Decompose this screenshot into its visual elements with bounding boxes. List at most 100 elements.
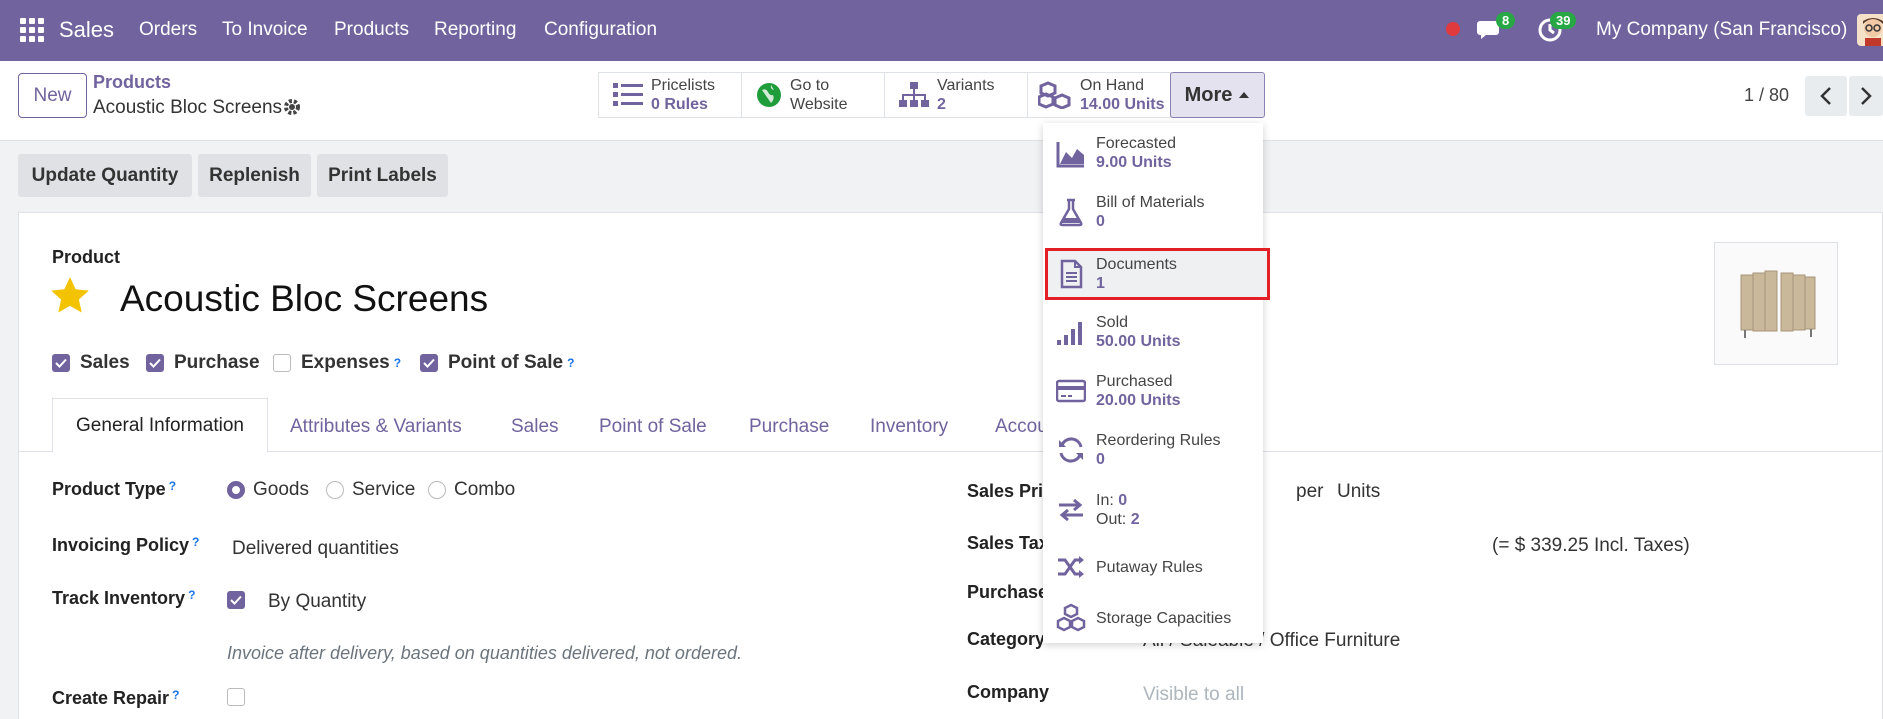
flask-icon bbox=[1059, 198, 1083, 227]
stat-pricelists[interactable]: Pricelists 0 Rules bbox=[598, 72, 742, 118]
purchase-checkbox[interactable]: Purchase bbox=[146, 352, 260, 374]
sales-checkbox[interactable]: Sales bbox=[52, 352, 130, 374]
menu-orders[interactable]: Orders bbox=[139, 19, 197, 41]
help-icon[interactable]: ? bbox=[188, 588, 195, 602]
favorite-star-icon[interactable] bbox=[50, 276, 90, 319]
forecasted-label: Forecasted bbox=[1096, 135, 1177, 152]
checkbox-checked-icon bbox=[227, 591, 245, 609]
checkbox-checked-icon bbox=[420, 354, 438, 372]
more-button[interactable]: More bbox=[1170, 72, 1265, 118]
new-button[interactable]: New bbox=[18, 73, 87, 118]
radio-combo[interactable]: Combo bbox=[428, 479, 515, 501]
create-repair-checkbox[interactable] bbox=[227, 688, 245, 711]
company-label: Company bbox=[967, 682, 1050, 702]
dropdown-item-purchased[interactable]: Purchased 20.00 Units bbox=[1056, 366, 1256, 416]
list-icon bbox=[613, 83, 643, 106]
user-avatar[interactable] bbox=[1857, 14, 1883, 46]
tab-point-of-sale[interactable]: Point of Sale bbox=[599, 416, 707, 438]
sales-taxes-label: Sales Tax bbox=[967, 533, 1049, 553]
category-label: Category bbox=[967, 629, 1046, 649]
dropdown-item-putaway-rules[interactable]: Putaway Rules bbox=[1056, 542, 1256, 592]
documents-label: Documents bbox=[1096, 256, 1177, 273]
update-quantity-button[interactable]: Update Quantity bbox=[18, 154, 192, 197]
refresh-icon bbox=[1059, 437, 1083, 463]
create-repair-label: Create Repair? bbox=[52, 688, 180, 708]
point-of-sale-checkbox-label: Point of Sale bbox=[448, 352, 564, 373]
cubes-icon bbox=[1038, 81, 1071, 109]
invoicing-policy-select[interactable]: Delivered quantities bbox=[232, 538, 399, 560]
pager-next-button[interactable] bbox=[1849, 76, 1883, 116]
activity-badge: 39 bbox=[1550, 12, 1577, 29]
dropdown-item-in-out[interactable]: In: 0 Out: 2 bbox=[1056, 485, 1256, 535]
product-image[interactable] bbox=[1714, 242, 1838, 365]
documents-value: 1 bbox=[1096, 275, 1105, 292]
dropdown-item-storage-capacities[interactable]: Storage Capacities bbox=[1056, 593, 1256, 643]
track-inventory-select[interactable]: By Quantity bbox=[268, 591, 366, 613]
dropdown-item-forecasted[interactable]: Forecasted 9.00 Units bbox=[1056, 128, 1256, 178]
print-labels-button[interactable]: Print Labels bbox=[317, 154, 448, 197]
expenses-checkbox[interactable]: Expenses ? bbox=[273, 352, 401, 374]
menu-reporting[interactable]: Reporting bbox=[434, 19, 516, 41]
company-switcher[interactable]: My Company (San Francisco) bbox=[1596, 19, 1847, 41]
pager-value[interactable]: 1 / 80 bbox=[1744, 85, 1789, 106]
stat-on-hand-label: On Hand bbox=[1080, 77, 1145, 94]
chevron-left-icon bbox=[1820, 87, 1831, 105]
pager-previous-button[interactable] bbox=[1805, 76, 1847, 116]
globe-icon bbox=[757, 83, 781, 107]
in-label: In: bbox=[1096, 492, 1114, 509]
in-value: 0 bbox=[1118, 492, 1128, 509]
out-value: 2 bbox=[1130, 511, 1140, 528]
caret-up-icon bbox=[1239, 92, 1250, 98]
tab-general-information[interactable]: General Information bbox=[52, 398, 268, 453]
help-icon[interactable]: ? bbox=[172, 688, 179, 702]
radio-unselected-icon bbox=[326, 481, 344, 499]
status-dot-icon[interactable] bbox=[1446, 22, 1460, 36]
company-field[interactable]: Visible to all bbox=[1143, 684, 1244, 706]
radio-service[interactable]: Service bbox=[326, 479, 415, 501]
stat-variants-label: Variants bbox=[937, 77, 995, 94]
credit-card-icon bbox=[1056, 379, 1086, 403]
dropdown-item-bill-of-materials[interactable]: Bill of Materials 0 bbox=[1056, 187, 1256, 237]
help-icon[interactable]: ? bbox=[394, 356, 401, 370]
track-inventory-label: Track Inventory? bbox=[52, 588, 196, 608]
menu-products[interactable]: Products bbox=[334, 19, 409, 41]
menu-configuration[interactable]: Configuration bbox=[544, 19, 657, 41]
point-of-sale-checkbox[interactable]: Point of Sale ? bbox=[420, 352, 574, 374]
checkbox-checked-icon bbox=[146, 354, 164, 372]
breadcrumb-current: Acoustic Bloc Screens bbox=[93, 97, 283, 118]
dropdown-item-sold[interactable]: Sold 50.00 Units bbox=[1056, 307, 1256, 357]
tab-sales[interactable]: Sales bbox=[511, 416, 559, 438]
radio-goods[interactable]: Goods bbox=[227, 479, 309, 501]
stat-website-value: Website bbox=[790, 96, 848, 113]
tab-bar-line bbox=[18, 451, 1883, 452]
apps-menu-icon[interactable] bbox=[20, 18, 44, 42]
product-name[interactable]: Acoustic Bloc Screens bbox=[120, 278, 488, 320]
sales-price-label: Sales Pric bbox=[967, 481, 1054, 501]
gear-icon[interactable] bbox=[283, 98, 301, 116]
stat-pricelists-label: Pricelists bbox=[651, 77, 716, 94]
stat-go-to-website[interactable]: Go to Website bbox=[741, 72, 885, 118]
tab-attributes-variants[interactable]: Attributes & Variants bbox=[290, 416, 462, 438]
replenish-button[interactable]: Replenish bbox=[198, 154, 311, 197]
stat-variants[interactable]: Variants 2 bbox=[884, 72, 1028, 118]
help-icon[interactable]: ? bbox=[192, 535, 199, 549]
help-icon[interactable]: ? bbox=[567, 356, 574, 370]
dropdown-item-reordering-rules[interactable]: Reordering Rules 0 bbox=[1056, 425, 1256, 475]
breadcrumb-products[interactable]: Products bbox=[93, 72, 171, 93]
stat-on-hand[interactable]: On Hand 14.00 Units bbox=[1027, 72, 1171, 118]
tab-purchase[interactable]: Purchase bbox=[749, 416, 829, 438]
tab-inventory[interactable]: Inventory bbox=[870, 416, 948, 438]
radio-unselected-icon bbox=[428, 481, 446, 499]
sales-checkbox-label: Sales bbox=[80, 352, 130, 373]
stat-variants-value: 2 bbox=[937, 96, 946, 113]
chat-badge: 8 bbox=[1496, 12, 1516, 29]
app-name[interactable]: Sales bbox=[59, 17, 114, 43]
help-icon[interactable]: ? bbox=[169, 479, 176, 493]
menu-to-invoice[interactable]: To Invoice bbox=[222, 19, 308, 41]
track-inventory-checkbox[interactable] bbox=[227, 589, 245, 610]
tab-accounting[interactable]: Accou bbox=[995, 416, 1048, 438]
out-label: Out: bbox=[1096, 511, 1127, 528]
reordering-rules-label: Reordering Rules bbox=[1096, 432, 1221, 449]
uom-value[interactable]: Units bbox=[1337, 481, 1380, 503]
dropdown-item-documents[interactable]: Documents 1 bbox=[1056, 249, 1256, 299]
